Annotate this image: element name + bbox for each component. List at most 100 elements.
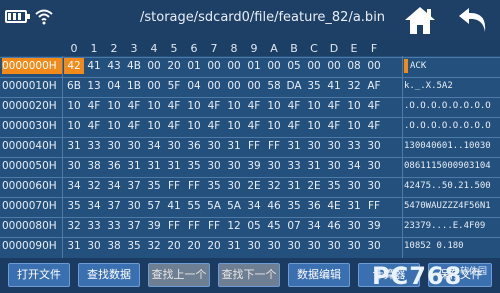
hex-byte-cell[interactable]: FF <box>264 138 284 154</box>
hex-byte-cell[interactable]: 30 <box>304 138 324 154</box>
hex-byte-cell[interactable]: 10 <box>144 118 164 134</box>
row-address[interactable]: 0000090H <box>2 238 62 254</box>
hex-byte-cell[interactable]: 12 <box>224 218 244 234</box>
hex-byte-cell[interactable]: 10 <box>184 118 204 134</box>
table-row[interactable]: 0000020H 10 4F 10 4F 10 4F 10 4F 10 4F 10 4F 10 4F 10 4F… <box>0 98 500 114</box>
hex-byte-cell[interactable]: 10 <box>64 118 84 134</box>
hex-byte-cell[interactable]: 31 <box>124 158 144 174</box>
hex-byte-cell[interactable]: FF <box>204 218 224 234</box>
edit-data-button[interactable]: 数据编辑 <box>288 263 350 287</box>
hex-byte-cell[interactable]: 30 <box>164 138 184 154</box>
row-address[interactable]: 0000040H <box>2 138 62 154</box>
hex-byte-cell[interactable]: 38 <box>104 238 124 254</box>
hex-byte-cell[interactable]: 00 <box>364 58 384 74</box>
hex-byte-cell[interactable]: 30 <box>64 158 84 174</box>
hex-byte-cell[interactable]: 32 <box>344 78 364 94</box>
table-row[interactable]: 0000010H 6B 13 04 1B 00 5F 04 00 00 00 58 DA 35 41 32 AF… <box>0 78 500 94</box>
hex-byte-cell[interactable]: 30 <box>204 158 224 174</box>
hex-byte-cell[interactable]: 10 <box>304 98 324 114</box>
hex-byte-cell[interactable]: 30 <box>364 138 384 154</box>
hex-byte-cell[interactable]: 00 <box>224 78 244 94</box>
hex-byte-cell[interactable]: FF <box>364 198 384 214</box>
hex-byte-cell[interactable]: 00 <box>204 78 224 94</box>
hex-byte-cell[interactable]: 4F <box>204 98 224 114</box>
row-address[interactable]: 0000010H <box>2 78 62 94</box>
hex-byte-cell[interactable]: 55 <box>184 198 204 214</box>
hex-byte-cell[interactable]: 5A <box>204 198 224 214</box>
hex-byte-cell[interactable]: 36 <box>184 138 204 154</box>
hex-byte-cell[interactable]: 35 <box>64 198 84 214</box>
row-address[interactable]: 0000030H <box>2 118 62 134</box>
hex-byte-cell[interactable]: 10 <box>104 98 124 114</box>
table-row[interactable]: 0000090H 31 30 38 35 32 20 20 20 31 30 30 30 30 30 30 30… <box>0 238 500 254</box>
hex-byte-cell[interactable]: 57 <box>144 198 164 214</box>
hex-byte-cell[interactable]: 30 <box>124 198 144 214</box>
hex-byte-cell[interactable]: 31 <box>144 158 164 174</box>
hex-byte-cell[interactable]: 20 <box>184 238 204 254</box>
hex-byte-cell[interactable]: 01 <box>244 58 264 74</box>
hex-byte-cell[interactable]: 10 <box>344 98 364 114</box>
hex-byte-cell[interactable]: FF <box>164 218 184 234</box>
open-file-button[interactable]: 打开文件 <box>8 263 70 287</box>
table-row[interactable]: 0000060H 34 32 34 37 35 FF FF 35 30 2E 32 31 2E 35 30 30… <box>0 178 500 194</box>
table-row[interactable]: 0000050H 30 38 36 31 31 31 35 30 30 39 30 33 31 30 34 30… <box>0 158 500 174</box>
hex-byte-cell[interactable]: 37 <box>104 198 124 214</box>
home-icon[interactable] <box>400 2 440 38</box>
hex-byte-cell[interactable]: 45 <box>264 218 284 234</box>
hex-byte-cell[interactable]: 31 <box>64 138 84 154</box>
hex-byte-cell[interactable]: 00 <box>304 58 324 74</box>
hex-byte-cell[interactable]: 4F <box>84 118 104 134</box>
hex-byte-cell[interactable]: 13 <box>84 78 104 94</box>
hex-byte-cell[interactable]: 4F <box>284 118 304 134</box>
hex-byte-cell[interactable]: 30 <box>344 218 364 234</box>
hex-byte-cell[interactable]: 6B <box>64 78 84 94</box>
hex-byte-cell[interactable]: 4F <box>244 118 264 134</box>
hex-byte-cell[interactable]: 01 <box>184 58 204 74</box>
hex-byte-cell[interactable]: 39 <box>364 218 384 234</box>
hex-byte-cell[interactable]: 30 <box>324 158 344 174</box>
hex-byte-cell[interactable]: 30 <box>124 138 144 154</box>
hex-byte-cell[interactable]: 35 <box>124 238 144 254</box>
hex-byte-cell[interactable]: 10 <box>344 118 364 134</box>
hex-byte-cell[interactable]: 39 <box>244 158 264 174</box>
hex-byte-cell[interactable]: 10 <box>104 118 124 134</box>
hex-byte-cell[interactable]: 05 <box>244 218 264 234</box>
hex-byte-cell[interactable]: 30 <box>364 178 384 194</box>
hex-byte-cell[interactable]: 30 <box>344 238 364 254</box>
hex-byte-cell[interactable]: 31 <box>284 138 304 154</box>
hex-byte-cell[interactable]: 00 <box>144 78 164 94</box>
hex-byte-cell[interactable]: 32 <box>144 238 164 254</box>
hex-byte-cell[interactable]: 4F <box>84 98 104 114</box>
table-row[interactable]: 0000000H 42 41 43 4B 00 20 01 00 00 01 00 05 00 00 08 00… <box>0 58 500 74</box>
hex-byte-cell[interactable]: 2E <box>244 178 264 194</box>
row-address[interactable]: 0000060H <box>2 178 62 194</box>
hex-byte-cell[interactable]: 58 <box>264 78 284 94</box>
hex-byte-cell[interactable]: 10 <box>264 98 284 114</box>
hex-byte-cell[interactable]: FF <box>244 138 264 154</box>
hex-byte-cell[interactable]: 37 <box>124 218 144 234</box>
hex-byte-cell[interactable]: 20 <box>164 238 184 254</box>
hex-byte-cell[interactable]: 4F <box>164 118 184 134</box>
row-address[interactable]: 0000050H <box>2 158 62 174</box>
hex-byte-cell[interactable]: 31 <box>64 238 84 254</box>
hex-byte-cell[interactable]: 4F <box>284 98 304 114</box>
hex-byte-cell[interactable]: 38 <box>84 158 104 174</box>
hex-byte-cell[interactable]: 30 <box>224 178 244 194</box>
hex-byte-cell[interactable]: 30 <box>324 238 344 254</box>
hex-byte-cell[interactable]: 30 <box>204 138 224 154</box>
hex-byte-cell[interactable]: 4F <box>244 98 264 114</box>
hex-byte-cell[interactable]: 20 <box>164 58 184 74</box>
hex-byte-cell[interactable]: 32 <box>64 218 84 234</box>
hex-byte-cell[interactable]: 30 <box>304 238 324 254</box>
hex-byte-cell[interactable]: 35 <box>304 78 324 94</box>
hex-byte-cell[interactable]: 4F <box>124 98 144 114</box>
hex-byte-cell[interactable]: 31 <box>284 178 304 194</box>
hex-byte-cell[interactable]: 4F <box>124 118 144 134</box>
hex-byte-cell[interactable]: 34 <box>84 198 104 214</box>
find-next-button[interactable]: 查找下一个 <box>218 263 280 287</box>
hex-byte-cell[interactable]: 36 <box>304 198 324 214</box>
table-row[interactable]: 0000040H 31 33 30 30 34 30 36 30 31 FF FF 31 30 30 33 30… <box>0 138 500 154</box>
hex-byte-cell[interactable]: 4F <box>324 118 344 134</box>
hex-byte-cell[interactable]: 39 <box>144 218 164 234</box>
hex-byte-cell[interactable]: 35 <box>144 178 164 194</box>
